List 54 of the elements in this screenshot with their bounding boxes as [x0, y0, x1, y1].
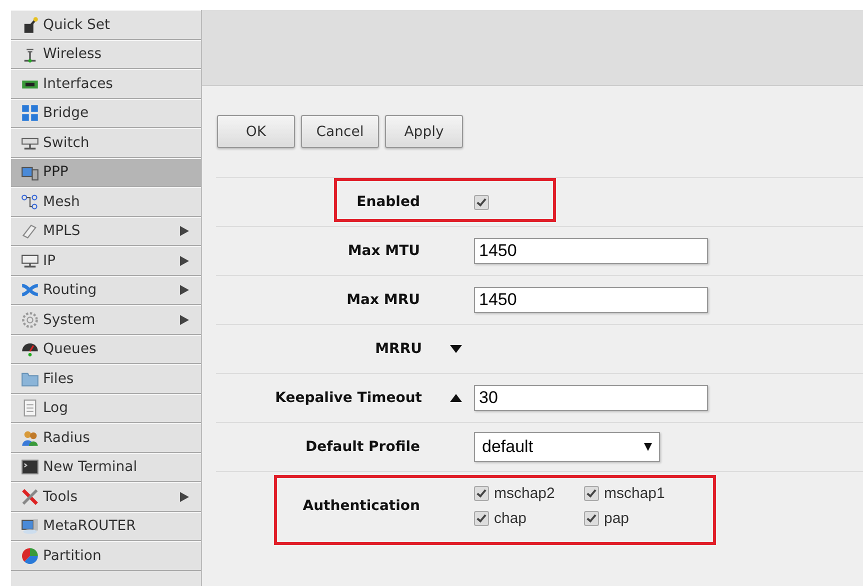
field-label: Default Profile — [306, 439, 420, 455]
input-field[interactable]: 1450 — [474, 287, 708, 313]
option-label: chap — [494, 510, 527, 527]
field-label: MRRU — [375, 341, 422, 357]
option-label: mschap1 — [604, 485, 665, 502]
sidebar-item[interactable]: MPLS — [11, 216, 201, 246]
input-field[interactable]: 30 — [474, 385, 708, 411]
field-label: Authentication — [302, 498, 420, 514]
checkbox[interactable] — [474, 511, 489, 526]
checkbox[interactable] — [474, 194, 489, 210]
option-label: mschap2 — [494, 485, 555, 502]
sidebar-item[interactable]: Radius — [11, 423, 201, 452]
field-label: Max MTU — [348, 243, 420, 259]
menu-icon — [21, 192, 39, 211]
action-button[interactable]: OK — [217, 115, 295, 148]
collapse-toggle-icon[interactable] — [450, 394, 462, 402]
sidebar-item[interactable]: IP — [11, 246, 201, 276]
menu-icon — [21, 428, 39, 447]
sidebar-item[interactable]: Bridge — [11, 98, 201, 128]
menu-icon — [21, 399, 39, 418]
action-button[interactable]: Cancel — [301, 115, 379, 148]
sidebar-item[interactable]: Wireless — [11, 40, 201, 69]
input-field[interactable]: 1450 — [474, 238, 708, 264]
field-label: Keepalive Timeout — [275, 390, 422, 406]
checkbox[interactable] — [584, 486, 599, 501]
sidebar-item[interactable]: Tools — [11, 482, 201, 512]
sidebar-item[interactable]: Routing — [11, 276, 201, 305]
sidebar-item[interactable]: System — [11, 305, 201, 334]
sidebar-item[interactable]: Partition — [11, 541, 201, 570]
sidebar-item[interactable]: PPP — [11, 158, 201, 187]
expand-toggle-icon[interactable] — [450, 345, 462, 353]
sidebar-item[interactable]: Log — [11, 394, 201, 423]
menu-icon — [21, 104, 39, 122]
sidebar-item[interactable]: Mesh — [11, 187, 201, 216]
menu-icon — [21, 517, 39, 536]
option-label: pap — [604, 510, 630, 527]
sidebar-item[interactable]: Queues — [11, 334, 201, 364]
field-label: Enabled — [356, 194, 420, 210]
dropdown-field[interactable]: default — [474, 432, 660, 462]
menu-icon — [21, 546, 39, 565]
menu-icon — [21, 458, 39, 476]
menu-icon — [21, 222, 39, 240]
checkbox[interactable] — [584, 511, 599, 526]
field-label: Max MRU — [346, 292, 420, 308]
checkbox[interactable] — [474, 486, 489, 501]
sidebar-item[interactable]: Switch — [11, 128, 201, 158]
action-button[interactable]: Apply — [385, 115, 463, 148]
sidebar-item[interactable]: Quick Set — [11, 10, 201, 40]
sidebar-item[interactable]: MetaROUTER — [11, 512, 201, 541]
sidebar-item[interactable]: New Terminal — [11, 452, 201, 482]
menu-icon — [21, 488, 39, 506]
sidebar-item[interactable]: Interfaces — [11, 69, 201, 98]
sidebar-item[interactable]: Files — [11, 364, 201, 394]
menu-icon — [21, 310, 39, 329]
